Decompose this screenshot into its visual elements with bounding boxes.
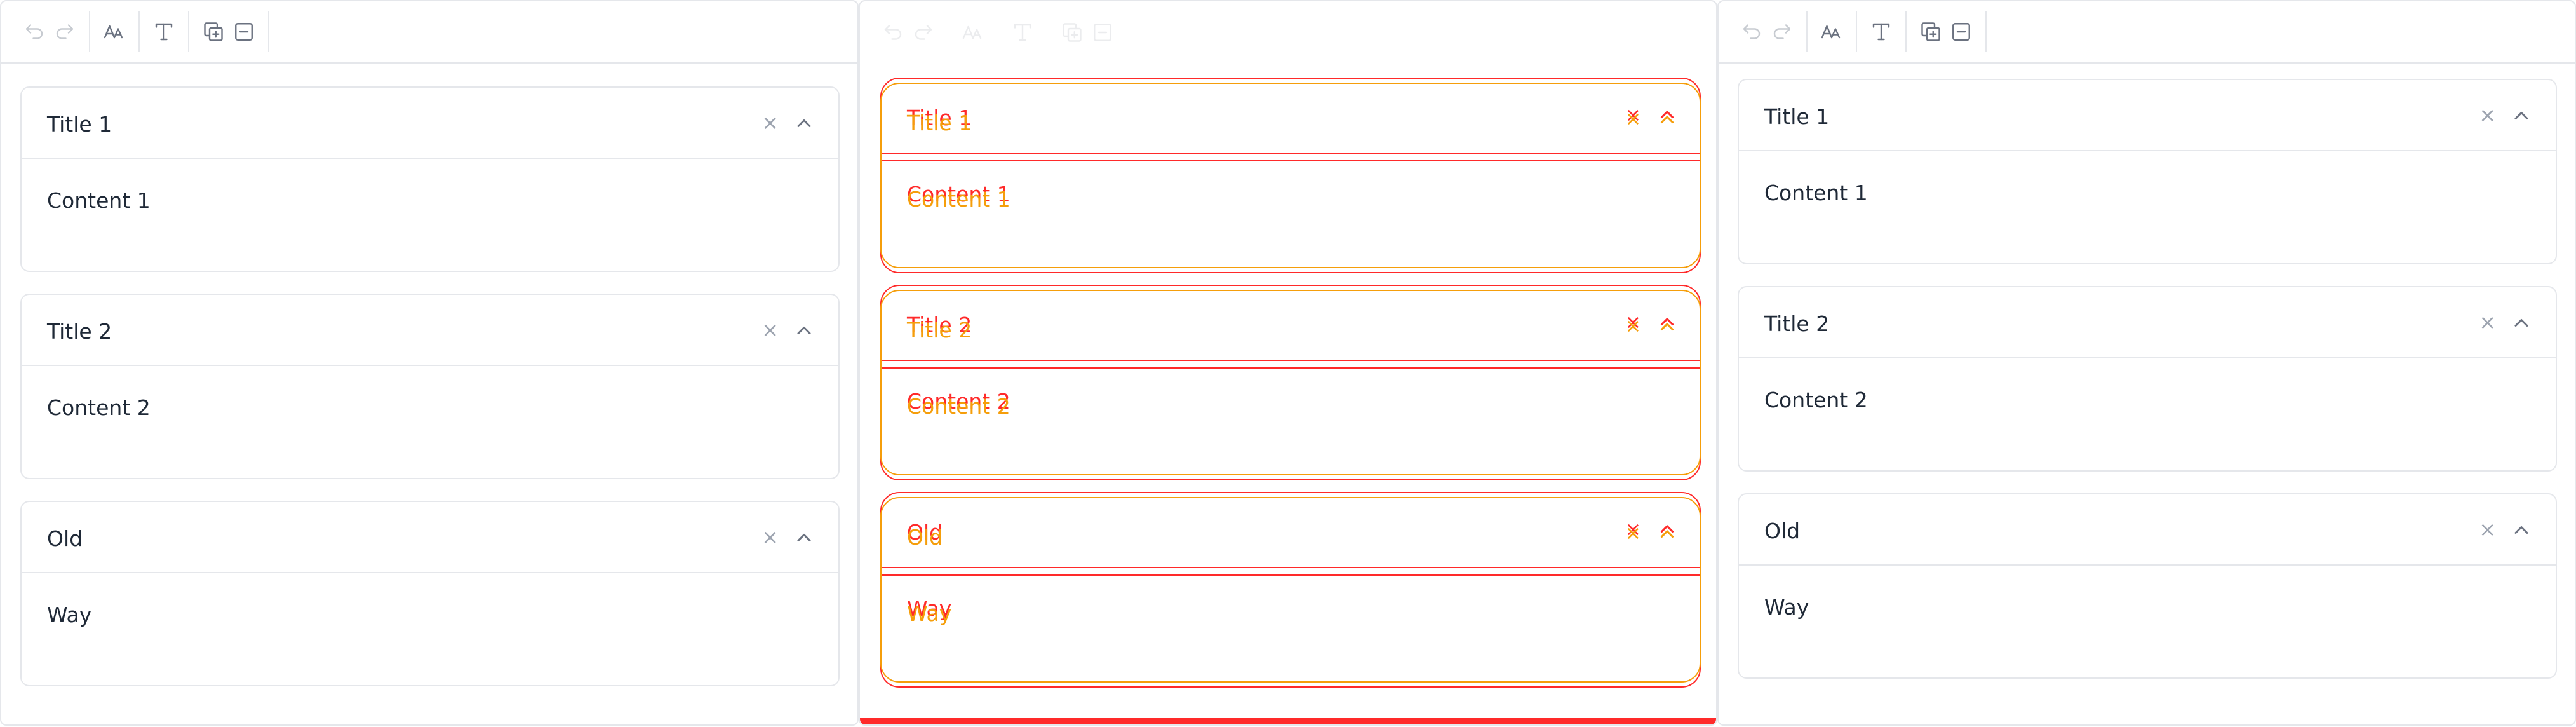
ghost-accordion-item: Title 2 Title 2 × × Content 2 Content 2: [880, 285, 1701, 480]
accordion-header[interactable]: Old ×: [22, 502, 838, 573]
close-icon[interactable]: ×: [761, 111, 779, 135]
accordion-title: Title 1: [1764, 104, 1830, 129]
divider: [882, 153, 1700, 154]
add-copy-icon[interactable]: [198, 17, 229, 47]
remove-icon[interactable]: [1946, 17, 1976, 47]
close-icon-shadow: ×: [1625, 522, 1641, 545]
accordion-header[interactable]: Title 2 ×: [1739, 287, 2556, 358]
close-icon-shadow: ×: [1625, 315, 1641, 337]
chevron-up-icon[interactable]: [2510, 104, 2533, 127]
accordion-title: Old: [47, 526, 83, 551]
accordion-content: Content 2: [47, 395, 151, 420]
toolbar: [1719, 1, 2575, 64]
close-icon[interactable]: ×: [2479, 310, 2496, 334]
text-format-icon[interactable]: [149, 17, 179, 47]
close-icon[interactable]: ×: [761, 525, 779, 549]
text-format-icon[interactable]: [1866, 17, 1896, 47]
divider: [882, 160, 1700, 161]
accordion-item: Title 2 × Content 2: [20, 294, 840, 479]
accordion-header[interactable]: Old ×: [1739, 494, 2556, 566]
chevron-up-icon-shadow: [1660, 323, 1674, 330]
undo-icon[interactable]: [878, 17, 908, 48]
font-size-icon[interactable]: [1816, 17, 1847, 47]
accordion-title: Title 2: [1764, 311, 1830, 336]
accordion-title: Title 2: [47, 319, 112, 344]
chevron-up-icon-shadow: [1660, 530, 1674, 538]
accordion-content-shadow: Content 2: [907, 394, 1010, 419]
divider: [882, 574, 1700, 576]
toolbar-divider: [1905, 11, 1907, 52]
undo-icon[interactable]: [19, 17, 50, 47]
toolbar-divider: [188, 11, 189, 52]
accordion-item: Old × Way: [1738, 493, 2557, 679]
undo-icon[interactable]: [1736, 17, 1767, 47]
chevron-up-icon[interactable]: [2510, 519, 2533, 541]
accordion-content-shadow: Content 1: [907, 187, 1010, 212]
remove-icon[interactable]: [1087, 17, 1118, 48]
accordion-title: Title 1: [47, 112, 112, 137]
toolbar-divider: [1856, 11, 1857, 52]
editor-panel-right: Title 1 × Content 1 Title 2 × Content 2 …: [1717, 0, 2576, 726]
font-size-icon[interactable]: [99, 17, 130, 47]
chevron-up-icon-shadow: [1660, 116, 1674, 123]
chevron-up-icon[interactable]: [793, 526, 815, 549]
chevron-up-icon[interactable]: [793, 112, 815, 135]
toolbar-divider: [138, 11, 140, 52]
accordion-header[interactable]: Title 2 ×: [22, 295, 838, 366]
accordion-header[interactable]: Title 1 ×: [1739, 80, 2556, 151]
accordion-title-shadow: Title 2: [907, 318, 972, 343]
toolbar-divider: [1806, 11, 1808, 52]
divider: [882, 567, 1700, 568]
chevron-up-icon[interactable]: [793, 319, 815, 342]
toolbar-divider: [268, 11, 269, 52]
accordion-content: Content 2: [1764, 388, 1868, 412]
accordion-item: Old × Way: [20, 501, 840, 686]
add-copy-icon[interactable]: [1057, 17, 1087, 48]
ghost-accordion-item: Old Old × × Way Way: [880, 492, 1701, 688]
toolbar: [860, 1, 1716, 64]
toolbar-divider: [1047, 12, 1048, 53]
toolbar: [1, 1, 857, 64]
accordion-content: Content 1: [47, 188, 151, 213]
accordion-item: Title 2 × Content 2: [1738, 286, 2557, 472]
accordion-content: Way: [47, 602, 92, 627]
accordion-title: Old: [1764, 519, 1801, 543]
font-size-icon[interactable]: [958, 17, 988, 48]
accordion-title-shadow: Title 1: [907, 111, 972, 135]
accordion-item: Title 1 × Content 1: [1738, 79, 2557, 264]
redo-icon[interactable]: [50, 17, 80, 47]
redo-icon[interactable]: [908, 17, 939, 48]
chevron-up-icon[interactable]: [2510, 311, 2533, 334]
text-format-icon[interactable]: [1007, 17, 1038, 48]
accordion-item: Title 1 × Content 1: [20, 86, 840, 272]
close-icon[interactable]: ×: [2479, 517, 2496, 541]
editor-panel-left: Title 1 × Content 1 Title 2 × Content 2 …: [0, 0, 859, 726]
divider: [882, 367, 1700, 369]
remove-icon[interactable]: [229, 17, 259, 47]
divider: [882, 360, 1700, 361]
accordion-content-shadow: Way: [907, 601, 952, 626]
accordion-content: Content 1: [1764, 180, 1868, 205]
editor-panel-overlay: Title 1 Title 1 × × Content 1 Content 1 …: [859, 0, 1717, 726]
close-icon-shadow: ×: [1625, 108, 1641, 130]
close-icon[interactable]: ×: [2479, 103, 2496, 127]
toolbar-divider: [948, 12, 949, 53]
accordion-header[interactable]: Title 1 ×: [22, 88, 838, 159]
drop-indicator: [860, 718, 1716, 724]
toolbar-divider: [1985, 11, 1987, 52]
accordion-title-shadow: Old: [907, 525, 943, 550]
accordion-content: Way: [1764, 595, 1809, 620]
redo-icon[interactable]: [1767, 17, 1797, 47]
close-icon[interactable]: ×: [761, 318, 779, 342]
ghost-accordion-item: Title 1 Title 1 × × Content 1 Content 1: [880, 78, 1701, 273]
add-copy-icon[interactable]: [1915, 17, 1946, 47]
toolbar-divider: [997, 12, 998, 53]
toolbar-divider: [89, 11, 90, 52]
